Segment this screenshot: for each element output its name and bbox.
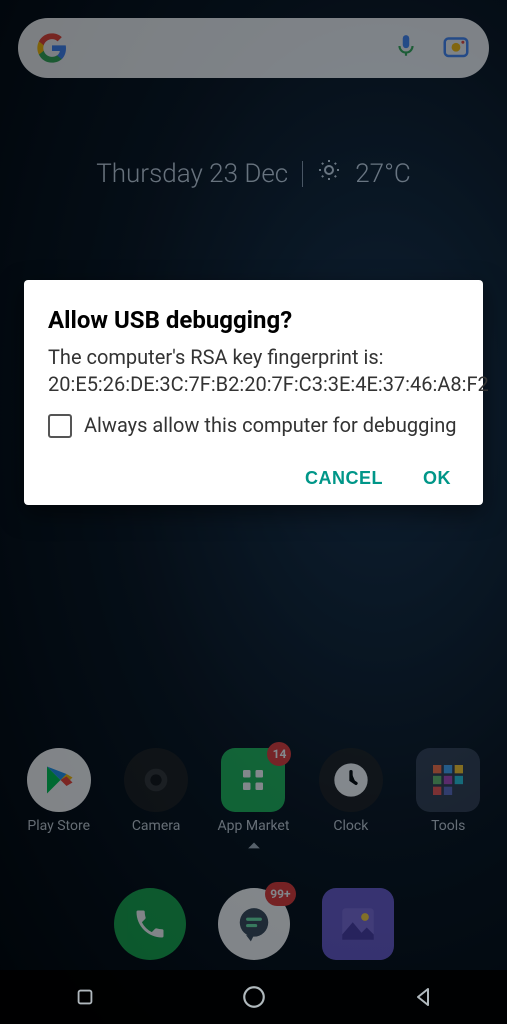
dock: 99+	[0, 888, 507, 960]
mic-icon[interactable]	[393, 33, 419, 63]
ok-button[interactable]: OK	[423, 468, 451, 489]
sun-icon	[317, 158, 341, 189]
usb-debugging-dialog: Allow USB debugging? The computer's RSA …	[24, 280, 483, 505]
app-clock[interactable]: Clock	[306, 748, 396, 834]
navigation-bar	[0, 970, 507, 1024]
badge: 14	[267, 742, 291, 766]
temperature-text: 27°C	[355, 159, 411, 189]
dialog-body: The computer's RSA key fingerprint is: 2…	[48, 344, 459, 398]
app-camera[interactable]: Camera	[111, 748, 201, 834]
google-logo-icon	[36, 32, 68, 64]
dialog-fingerprint: 20:E5:26:DE:3C:7F:B2:20:7F:C3:3E:4E:37:4…	[48, 372, 489, 396]
modal-scrim	[0, 0, 507, 1024]
checkbox-label: Always allow this computer for debugging	[84, 412, 457, 438]
app-label: Tools	[431, 818, 465, 834]
dialog-title: Allow USB debugging?	[48, 306, 459, 334]
recents-button[interactable]	[71, 983, 99, 1011]
app-play-store[interactable]: Play Store	[14, 748, 104, 834]
app-label: Play Store	[27, 818, 90, 834]
app-tools-folder[interactable]: Tools	[403, 748, 493, 834]
google-search-bar[interactable]	[18, 18, 489, 78]
checkbox-icon[interactable]	[48, 414, 72, 438]
app-label: Clock	[333, 818, 368, 834]
badge: 99+	[265, 882, 295, 906]
dialog-body-intro: The computer's RSA key fingerprint is:	[48, 345, 384, 369]
cancel-button[interactable]: CANCEL	[305, 468, 383, 489]
home-button[interactable]	[240, 983, 268, 1011]
back-button[interactable]	[409, 983, 437, 1011]
gallery-app[interactable]	[322, 888, 394, 960]
messages-app[interactable]: 99+	[218, 888, 290, 960]
app-drawer-handle-icon[interactable]	[240, 832, 268, 864]
date-text: Thursday 23 Dec	[96, 159, 288, 189]
phone-app[interactable]	[114, 888, 186, 960]
app-label: Camera	[132, 818, 181, 834]
divider	[302, 161, 303, 187]
home-app-row: Play Store Camera 14 App Market Clock To…	[0, 748, 507, 834]
date-weather-widget[interactable]: Thursday 23 Dec 27°C	[0, 158, 507, 189]
lens-icon[interactable]	[441, 31, 471, 65]
app-app-market[interactable]: 14 App Market	[208, 748, 298, 834]
always-allow-checkbox-row[interactable]: Always allow this computer for debugging	[48, 412, 459, 438]
